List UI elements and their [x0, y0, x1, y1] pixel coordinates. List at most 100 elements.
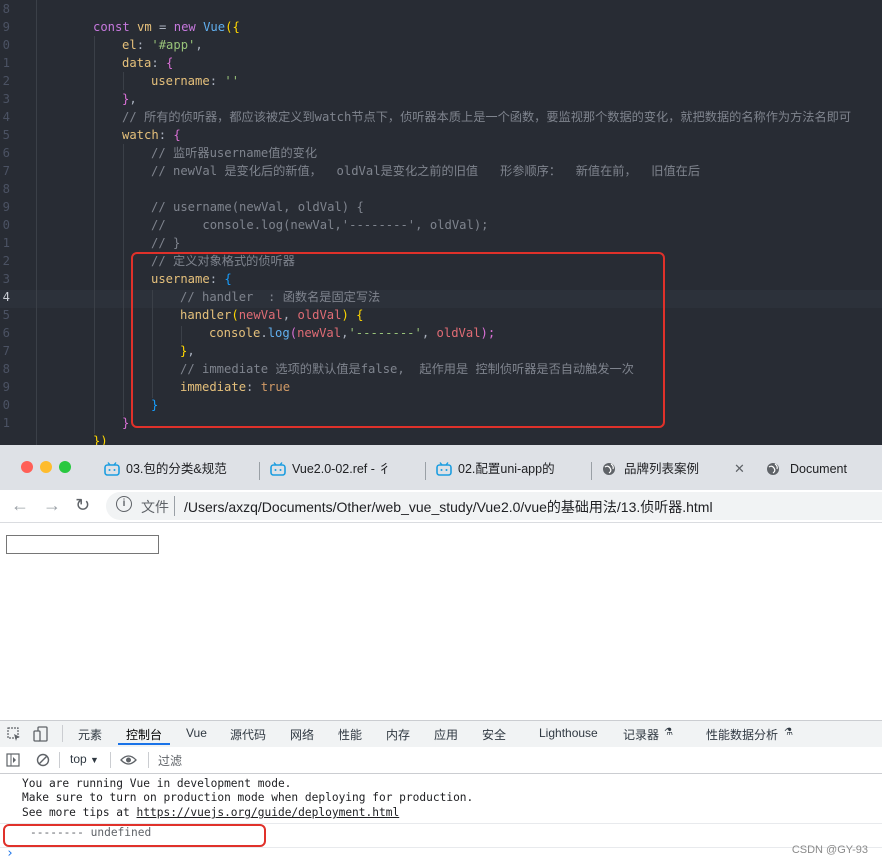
- tab-console[interactable]: 控制台: [126, 726, 162, 743]
- minimize-window-button[interactable]: [40, 461, 52, 473]
- info-icon[interactable]: i: [116, 496, 132, 512]
- console-divider: [0, 847, 882, 848]
- tab-vue[interactable]: Vue: [186, 726, 207, 740]
- tab-performance-insights[interactable]: 性能数据分析: [706, 726, 778, 743]
- username-input[interactable]: [6, 535, 159, 554]
- tab-performance[interactable]: 性能: [338, 726, 362, 743]
- sidebar-toggle-icon[interactable]: [6, 753, 20, 767]
- tab-memory[interactable]: 内存: [386, 726, 410, 743]
- code-editor[interactable]: 890123456789012345678901 const vm = new …: [0, 0, 882, 445]
- line-number-text: 0: [2, 218, 10, 232]
- tab-security[interactable]: 安全: [482, 726, 506, 743]
- indent-guide: [123, 144, 124, 416]
- tab-sources[interactable]: 源代码: [230, 726, 266, 743]
- dropdown-arrow-icon: ▼: [90, 755, 99, 765]
- url-bar[interactable]: i 文件 /Users/axzq/Documents/Other/web_vue…: [106, 492, 882, 520]
- forward-arrow-icon[interactable]: →: [43, 495, 61, 516]
- line-number-text: 0: [2, 38, 10, 52]
- line-number-text: 4: [2, 290, 10, 304]
- line-number-text: 7: [2, 164, 10, 178]
- globe-icon: [603, 463, 615, 475]
- toolbar-separator: [59, 752, 60, 768]
- file-scheme-label: 文件: [141, 499, 169, 515]
- tab-label: 03.包的分类&规范: [126, 462, 227, 476]
- line-number-text: 2: [2, 74, 10, 88]
- line-number-text: 4: [2, 110, 10, 124]
- line-number-text: 7: [2, 344, 10, 358]
- bilibili-icon: [104, 462, 120, 476]
- tab-elements[interactable]: 元素: [78, 726, 102, 743]
- tab-network[interactable]: 网络: [290, 726, 314, 743]
- console-message: Make sure to turn on production mode whe…: [22, 791, 474, 804]
- line-number-text: 8: [2, 362, 10, 376]
- maximize-window-button[interactable]: [59, 461, 71, 473]
- flask-icon: ⚗: [784, 727, 793, 738]
- tab-separator: [259, 462, 260, 480]
- console-output: You are running Vue in development mode.…: [0, 774, 882, 862]
- indent-guide: [36, 0, 37, 445]
- browser-tab-active[interactable]: Document: [766, 455, 882, 490]
- line-number-text: 2: [2, 254, 10, 268]
- line-number-text: 0: [2, 398, 10, 412]
- line-number-text: 3: [2, 92, 10, 106]
- browser-tab[interactable]: 03.包的分类&规范: [104, 455, 254, 490]
- line-number-text: 6: [2, 326, 10, 340]
- globe-icon: [767, 463, 779, 475]
- filter-input[interactable]: 过滤: [158, 752, 182, 769]
- line-number-text: 9: [2, 380, 10, 394]
- tab-label: 品牌列表案例: [624, 462, 700, 476]
- line-number-text: 8: [2, 2, 10, 16]
- console-toolbar: top ▼ 过滤: [0, 747, 882, 774]
- url-separator: [174, 496, 175, 516]
- line-number-text: 3: [2, 272, 10, 286]
- console-message: See more tips at https://vuejs.org/guide…: [22, 806, 399, 819]
- clear-console-icon[interactable]: [36, 753, 50, 767]
- bilibili-icon: [436, 462, 452, 476]
- line-number-text: 9: [2, 200, 10, 214]
- back-arrow-icon[interactable]: ←: [11, 495, 29, 516]
- console-prompt-icon[interactable]: ›: [6, 846, 14, 861]
- tab-separator: [425, 462, 426, 480]
- tab-label: 02.配置uni-app的: [458, 462, 555, 476]
- url-text: /Users/axzq/Documents/Other/web_vue_stud…: [184, 499, 713, 515]
- toolbar-separator: [110, 752, 111, 768]
- line-number-text: 1: [2, 416, 10, 430]
- line-number-text: 1: [2, 56, 10, 70]
- browser-tab[interactable]: 02.配置uni-app的: [436, 455, 586, 490]
- browser-tab[interactable]: Vue2.0-02.ref - 彳: [270, 455, 420, 490]
- line-number-text: 5: [2, 308, 10, 322]
- line-number-text: 8: [2, 182, 10, 196]
- console-text: See more tips at: [22, 806, 137, 819]
- line-number-text: 5: [2, 128, 10, 142]
- highlight-box-watcher: [131, 252, 665, 428]
- line-number-text: 1: [2, 236, 10, 250]
- page-content: [0, 523, 882, 720]
- tab-lighthouse[interactable]: Lighthouse: [539, 726, 598, 740]
- context-selector[interactable]: top ▼: [70, 752, 99, 766]
- line-number-text: 9: [2, 20, 10, 34]
- highlight-box-log: [3, 824, 266, 847]
- close-tab-icon[interactable]: ✕: [734, 455, 745, 483]
- context-label: top: [70, 752, 87, 766]
- tab-recorder[interactable]: 记录器: [623, 726, 659, 743]
- flask-icon: ⚗: [664, 727, 673, 738]
- line-number-text: 6: [2, 146, 10, 160]
- indent-guide: [94, 36, 95, 434]
- deployment-link[interactable]: https://vuejs.org/guide/deployment.html: [137, 806, 400, 819]
- eye-icon[interactable]: [120, 754, 137, 766]
- browser-tab-bar: 03.包的分类&规范 Vue2.0-02.ref - 彳 02.配置uni-ap…: [0, 445, 882, 490]
- inspect-element-icon[interactable]: [6, 726, 22, 742]
- browser-tab[interactable]: 品牌列表案例 ✕: [602, 455, 752, 490]
- active-tab-underline: [118, 743, 170, 745]
- indent-guide: [123, 72, 124, 90]
- reload-icon[interactable]: ↻: [75, 495, 90, 516]
- close-window-button[interactable]: [21, 461, 33, 473]
- watermark: CSDN @GY-93: [791, 844, 868, 856]
- address-toolbar: ← → ↻ i 文件 /Users/axzq/Documents/Other/w…: [0, 490, 882, 523]
- device-toolbar-icon[interactable]: [32, 725, 50, 743]
- toolbar-separator: [148, 752, 149, 768]
- tab-application[interactable]: 应用: [434, 726, 458, 743]
- tab-label: Document: [790, 462, 847, 476]
- bilibili-icon: [270, 462, 286, 476]
- console-message: You are running Vue in development mode.: [22, 777, 292, 790]
